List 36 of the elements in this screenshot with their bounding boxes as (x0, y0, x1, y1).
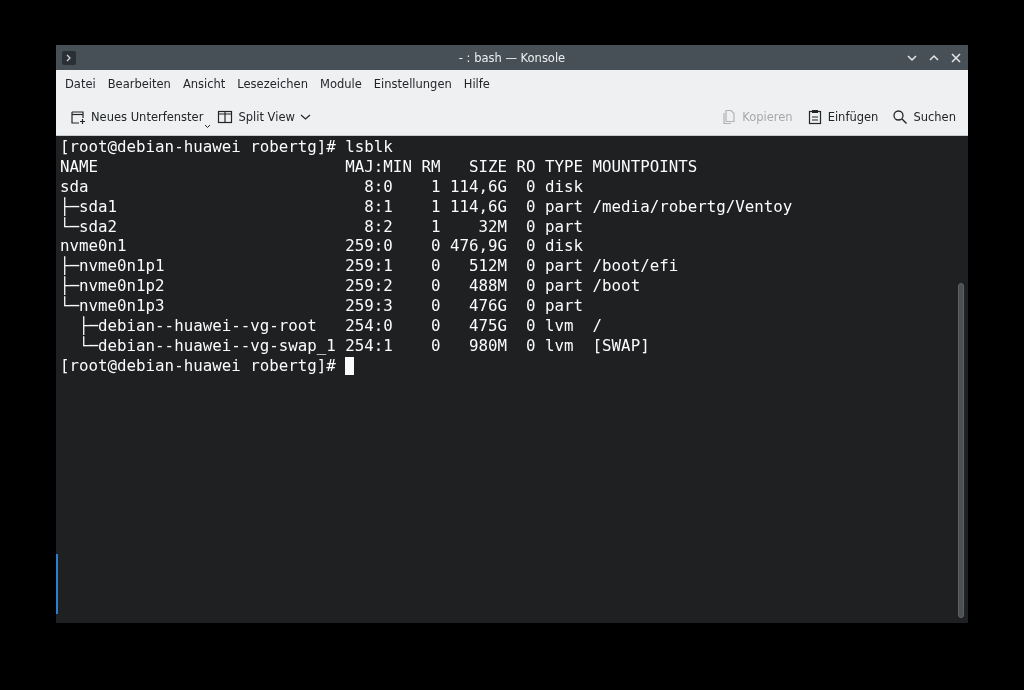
close-icon[interactable] (950, 51, 962, 64)
terminal-line: └─debian--huawei--vg-swap_1 254:1 0 980M 0 lvm [SWAP] (78, 335, 650, 356)
terminal-line: nvme0n1 259:0 0 476,9G 0 disk (60, 236, 584, 256)
menu-item[interactable]: Einstellungen (367, 75, 458, 93)
menu-item[interactable]: Ansicht (176, 75, 232, 93)
menu-item[interactable]: Lesezeichen (231, 75, 314, 93)
terminal-line: └─nvme0n1p3 259:3 0 476G 0 part (60, 296, 584, 316)
toolbar-button[interactable]: Suchen (888, 104, 960, 129)
menu-item[interactable]: Module (314, 75, 368, 93)
copy-icon (721, 108, 738, 125)
terminal-line: ├─debian--huawei--vg-root 254:0 0 475G 0 lvm / (78, 316, 603, 336)
terminal-line: ├─sda1 8:1 1 114,6G 0 part /media/robertg/Ventoy (60, 196, 793, 216)
toolbar-button[interactable]: Split View (213, 104, 315, 129)
terminal-line: ├─nvme0n1p2 259:2 0 488M 0 part /boot (60, 276, 641, 297)
scrollbar[interactable] (958, 283, 964, 618)
menu-item[interactable]: Datei (59, 75, 102, 93)
scroll-marker (56, 554, 58, 614)
search-icon (892, 108, 909, 125)
clipboard-icon (806, 108, 823, 125)
split-view-icon (217, 108, 234, 125)
terminal-line: [root@debian-huawei robertg]# (60, 355, 337, 376)
window-title: - : bash — Konsole (458, 50, 566, 65)
toolbar-button[interactable]: Neues Unterfenster (66, 104, 208, 129)
terminal-line: └─sda2 8:2 1 32M 0 part (60, 216, 584, 237)
caret-icon (204, 123, 212, 129)
terminal-line: NAME MAJ:MIN RM SIZE RO TYPE MOUNTPOINTS (60, 156, 698, 177)
new-tab-icon (70, 108, 86, 125)
terminal-line: [root@debian-huawei robertg]# lsblk (60, 137, 393, 157)
terminal-line: ├─nvme0n1p1 259:1 0 512M 0 part /boot/efi (60, 256, 679, 277)
toolbar-button[interactable]: Einfügen (802, 104, 883, 129)
chevron-down-icon (299, 112, 311, 121)
menu-item[interactable]: Bearbeiten (101, 75, 177, 93)
terminal-area[interactable] (56, 136, 968, 623)
terminal-icon (62, 50, 76, 65)
terminal-line: sda 8:0 1 114,6G 0 disk (60, 176, 584, 197)
menu-item[interactable]: Hilfe (457, 75, 496, 93)
